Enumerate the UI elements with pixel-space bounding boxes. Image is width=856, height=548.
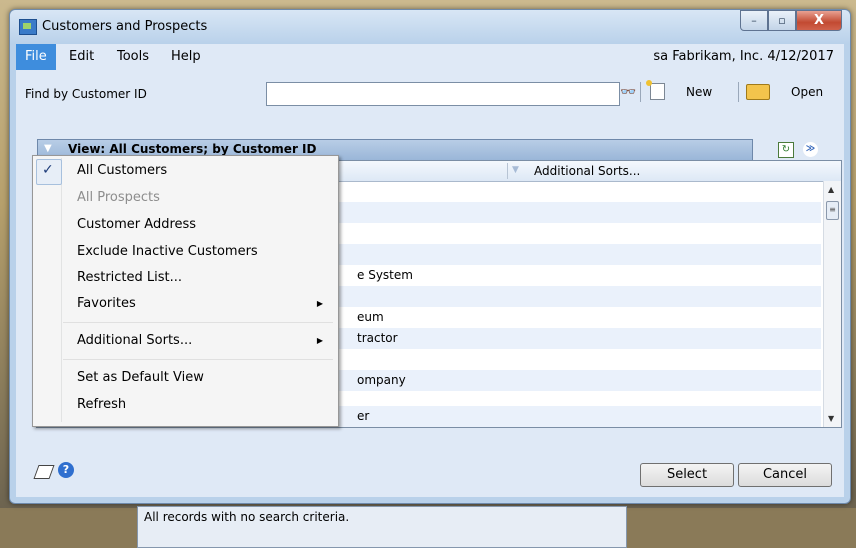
new-button[interactable]: New: [686, 85, 712, 99]
menu-edit[interactable]: Edit: [60, 44, 103, 70]
refresh-icon[interactable]: ↻: [778, 142, 794, 158]
vertical-scrollbar[interactable]: ▲ ≡ ▼: [823, 181, 841, 427]
menu-item-label: Customer Address: [77, 217, 197, 232]
menu-item-favorites[interactable]: Favorites ▶: [77, 293, 327, 315]
menu-item-label: Favorites: [77, 296, 136, 311]
submenu-arrow-icon: ▶: [316, 336, 323, 345]
expand-chevron-icon[interactable]: ≫: [803, 142, 818, 157]
menu-separator: [63, 359, 333, 360]
menu-item-restricted-list[interactable]: Restricted List...: [77, 267, 327, 289]
menu-item-label: All Customers: [77, 163, 168, 178]
menu-help[interactable]: Help: [162, 44, 210, 70]
row-text: er: [357, 409, 370, 423]
title-bar[interactable]: Customers and Prospects – ▫ X: [10, 10, 850, 44]
close-button[interactable]: X: [796, 10, 842, 31]
menu-item-exclude-inactive[interactable]: Exclude Inactive Customers: [77, 241, 327, 263]
help-icon[interactable]: ?: [58, 462, 74, 478]
menu-item-label: Set as Default View: [77, 370, 204, 385]
new-document-icon[interactable]: [646, 80, 665, 100]
window-controls: – ▫ X: [740, 10, 842, 31]
menu-bar: File Edit Tools Help sa Fabrikam, Inc. 4…: [16, 44, 844, 71]
view-options-menu: ✓ All Customers All Prospects Customer A…: [32, 155, 339, 427]
menu-item-set-default-view[interactable]: Set as Default View: [77, 367, 327, 389]
status-message: All records with no search criteria.: [137, 506, 627, 548]
menu-item-additional-sorts[interactable]: Additional Sorts... ▶: [77, 330, 327, 352]
cancel-button[interactable]: Cancel: [738, 463, 832, 487]
toolbar-divider: [640, 82, 641, 102]
scroll-thumb[interactable]: ≡: [826, 201, 839, 220]
customers-app-icon: [19, 19, 37, 35]
menu-item-label: Exclude Inactive Customers: [77, 244, 258, 259]
row-text: eum: [357, 310, 384, 324]
menu-separator: [63, 322, 333, 323]
toolbar-divider: [738, 82, 739, 102]
find-customer-id-input[interactable]: [266, 82, 620, 106]
additional-sorts-header[interactable]: Additional Sorts...: [534, 164, 640, 178]
open-button[interactable]: Open: [791, 85, 823, 99]
user-company-date: sa Fabrikam, Inc. 4/12/2017: [653, 49, 834, 64]
menu-item-all-customers[interactable]: All Customers: [77, 160, 327, 182]
submenu-arrow-icon: ▶: [316, 299, 323, 308]
view-label[interactable]: View: All Customers; by Customer ID: [68, 142, 316, 156]
find-label: Find by Customer ID: [25, 87, 147, 101]
menu-item-label: Restricted List...: [77, 270, 183, 285]
sort-arrow-icon[interactable]: ▼: [512, 165, 519, 175]
menu-item-label: All Prospects: [77, 190, 160, 205]
row-text: tractor: [357, 331, 398, 345]
scroll-down-icon[interactable]: ▼: [828, 414, 834, 423]
maximize-button[interactable]: ▫: [768, 10, 796, 31]
status-text: All records with no search criteria.: [144, 510, 350, 524]
row-text: ompany: [357, 373, 406, 387]
checkmark-icon: ✓: [42, 162, 54, 178]
menu-item-label: Additional Sorts...: [77, 333, 193, 348]
scroll-up-icon[interactable]: ▲: [828, 185, 834, 194]
menu-item-refresh[interactable]: Refresh: [77, 394, 327, 416]
menu-item-customer-address[interactable]: Customer Address: [77, 214, 327, 236]
minimize-button[interactable]: –: [740, 10, 768, 31]
menu-file[interactable]: File: [16, 44, 56, 70]
header-divider: [507, 163, 508, 179]
binoculars-icon[interactable]: 👓: [620, 85, 636, 100]
menu-tools[interactable]: Tools: [108, 44, 158, 70]
chevron-down-icon[interactable]: ▼: [44, 143, 52, 154]
row-text: e System: [357, 268, 413, 282]
window-title: Customers and Prospects: [42, 19, 208, 34]
menu-item-all-prospects: All Prospects: [77, 187, 327, 209]
menu-item-label: Refresh: [77, 397, 127, 412]
open-folder-icon[interactable]: [746, 84, 770, 100]
menu-gutter: [61, 158, 62, 422]
select-button[interactable]: Select: [640, 463, 734, 487]
